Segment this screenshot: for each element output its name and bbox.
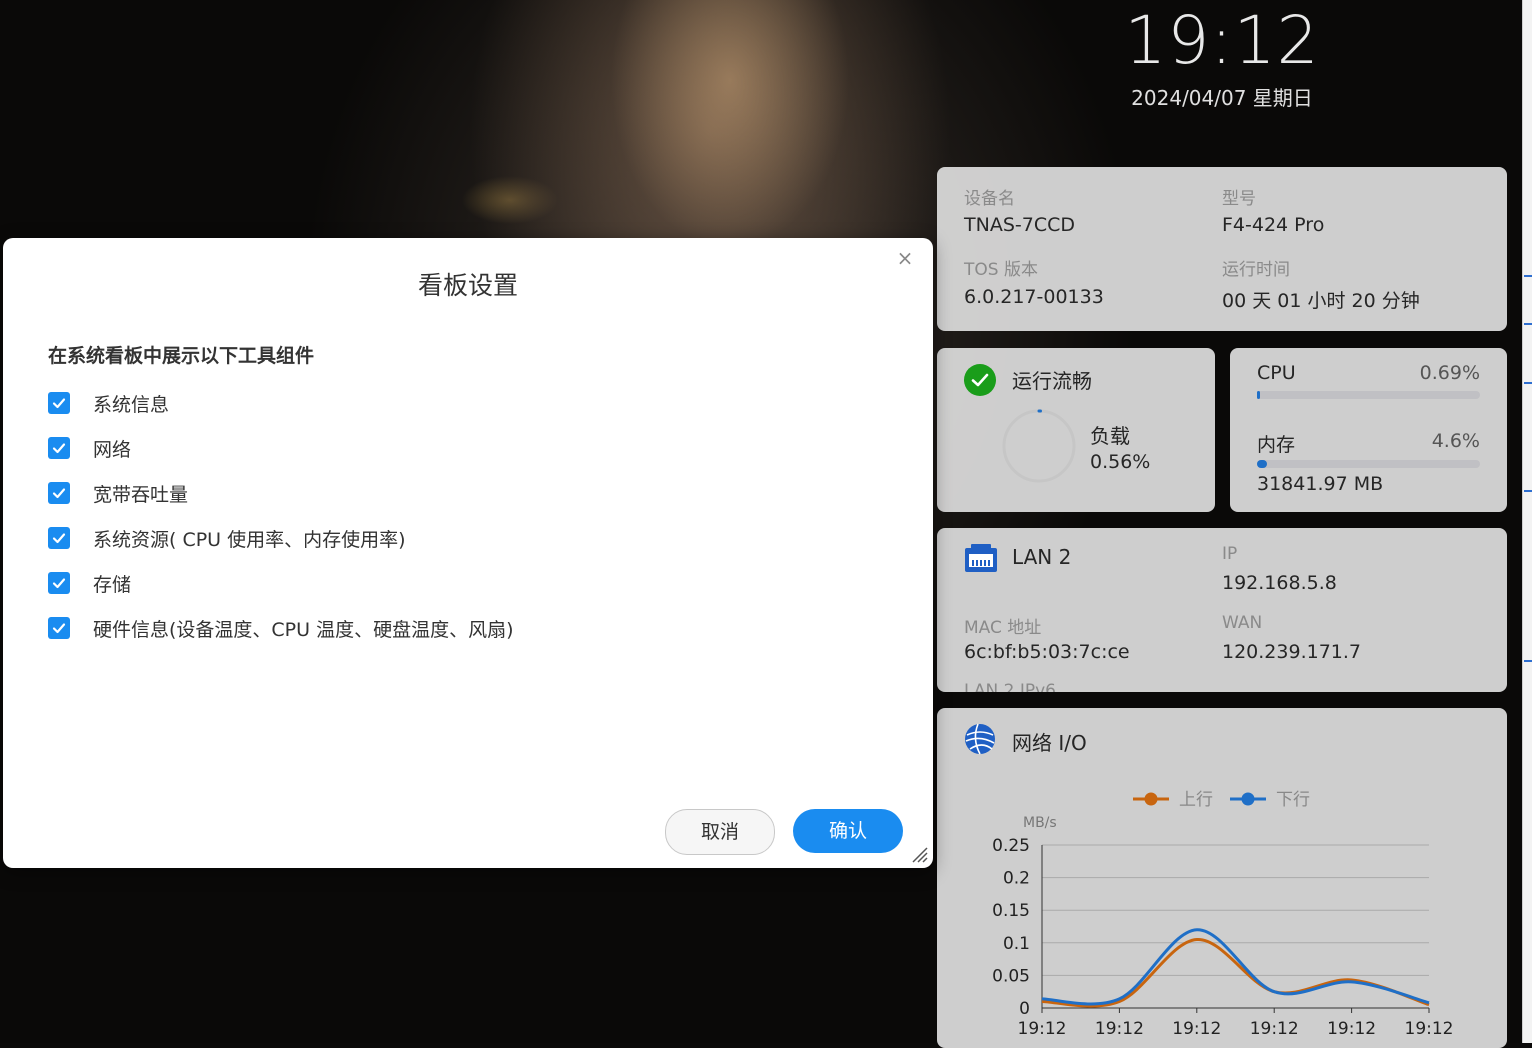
checkbox-system-resources[interactable] <box>48 527 70 549</box>
option-label: 系统信息 <box>93 393 170 416</box>
network-card: LAN 2 IP 192.168.5.8 MAC 地址 6c:bf:b5:03:… <box>937 528 1507 692</box>
check-icon <box>52 398 66 409</box>
y-axis-unit: MB/s <box>1023 815 1057 831</box>
y-tick-label: 0.25 <box>992 836 1030 856</box>
memory-usage-bar <box>1257 460 1480 468</box>
cpu-usage-fill <box>1257 391 1260 399</box>
memory-usage-fill <box>1257 460 1268 468</box>
x-tick-label: 19:12 <box>1018 1019 1067 1039</box>
ethernet-icon <box>964 544 998 578</box>
dialog-title: 看板设置 <box>417 271 518 300</box>
close-button[interactable]: × <box>893 246 917 270</box>
x-tick-label: 19:12 <box>1250 1019 1299 1039</box>
confirm-button[interactable]: 确认 <box>793 809 903 853</box>
ipv6-label: LAN 2 IPv6 <box>964 681 1056 692</box>
y-tick-label: 0.15 <box>992 901 1030 921</box>
legend-swatch-dot <box>1241 792 1255 806</box>
check-icon <box>52 533 66 544</box>
close-icon: × <box>896 246 914 270</box>
resize-grip-icon[interactable] <box>909 844 929 864</box>
option-system-info[interactable]: 系统信息 <box>48 389 169 417</box>
interface-name: LAN 2 <box>1012 545 1072 569</box>
legend-swatch-dot <box>1144 792 1158 806</box>
cpu-usage-bar <box>1257 391 1480 399</box>
ip-label: IP <box>1222 544 1238 564</box>
memory-label: 内存 <box>1257 434 1296 456</box>
dashboard-settings-dialog: 看板设置 × 在系统看板中展示以下工具组件 系统信息 网络 宽带吞吐量 系统资源… <box>3 238 933 868</box>
clock-date: 2024/04/07 星期日 <box>1131 86 1313 110</box>
wan-value: 120.239.171.7 <box>1222 641 1362 663</box>
check-icon <box>52 443 66 454</box>
option-storage[interactable]: 存储 <box>48 569 131 597</box>
checkbox-hardware-info[interactable] <box>48 617 70 639</box>
y-tick-label: 0.05 <box>992 966 1030 986</box>
check-icon <box>52 578 66 589</box>
model-value: F4-424 Pro <box>1222 214 1325 236</box>
y-tick-label: 0 <box>1019 999 1030 1019</box>
legend-label: 下行 <box>1276 790 1310 810</box>
check-icon <box>52 488 66 499</box>
x-tick-label: 19:12 <box>1095 1019 1144 1039</box>
y-tick-label: 0.2 <box>1003 869 1030 889</box>
success-check-icon <box>964 364 996 396</box>
uptime-value: 00 天 01 小时 20 分钟 <box>1222 290 1420 312</box>
tos-version-value: 6.0.217-00133 <box>964 286 1104 308</box>
y-tick-label: 0.1 <box>1003 934 1030 954</box>
network-io-chart: MB/s0.250.20.150.10.05019:12 19:12 19:12 19… <box>992 790 1454 1039</box>
option-network[interactable]: 网络 <box>48 434 131 462</box>
network-io-title: 网络 I/O <box>1012 731 1087 755</box>
status-text: 运行流畅 <box>1012 369 1092 393</box>
load-value: 0.56% <box>1090 451 1151 473</box>
series-line <box>1041 928 1430 1006</box>
legend-label: 上行 <box>1179 790 1213 810</box>
wan-label: WAN <box>1222 613 1263 633</box>
x-tick-label: 19:12 <box>1172 1019 1221 1039</box>
option-label: 系统资源( CPU 使用率、内存使用率) <box>93 528 406 551</box>
globe-icon <box>964 723 996 759</box>
model-label: 型号 <box>1222 189 1256 209</box>
load-gauge <box>1002 409 1076 483</box>
option-label: 存储 <box>93 573 132 596</box>
x-tick-label: 19:12 <box>1327 1019 1376 1039</box>
x-tick-label: 19:12 <box>1405 1019 1454 1039</box>
option-label: 宽带吞吐量 <box>93 483 189 506</box>
memory-amount: 31841.97 MB <box>1257 473 1384 495</box>
mac-label: MAC 地址 <box>964 618 1042 638</box>
status-card: 运行流畅 负载 0.56% <box>937 348 1215 512</box>
option-bandwidth[interactable]: 宽带吞吐量 <box>48 479 188 507</box>
ip-value: 192.168.5.8 <box>1222 572 1337 594</box>
checkbox-network[interactable] <box>48 437 70 459</box>
device-name-label: 设备名 <box>964 189 1015 209</box>
series-line <box>1041 938 1430 1008</box>
tos-version-label: TOS 版本 <box>964 260 1038 280</box>
memory-value: 4.6% <box>1431 430 1480 452</box>
load-label: 负载 <box>1090 424 1130 448</box>
cancel-button[interactable]: 取消 <box>665 809 775 855</box>
option-hardware-info[interactable]: 硬件信息(设备温度、CPU 温度、硬盘温度、风扇) <box>48 614 514 642</box>
clock-time: 19:12 <box>1124 2 1320 79</box>
background-window-edge <box>1522 0 1532 1043</box>
device-name-value: TNAS-7CCD <box>964 214 1075 236</box>
network-io-card: 网络 I/O MB/s 0.25 0.2 0.15 0.1 0.05 0 19:12 19:12… <box>937 708 1507 1048</box>
mac-value: 6c:bf:b5:03:7c:ce <box>964 641 1130 663</box>
option-label: 硬件信息(设备温度、CPU 温度、硬盘温度、风扇) <box>93 618 514 641</box>
uptime-label: 运行时间 <box>1222 260 1290 280</box>
checkbox-storage[interactable] <box>48 572 70 594</box>
section-label: 在系统看板中展示以下工具组件 <box>48 345 315 367</box>
system-info-card: 设备名 TNAS-7CCD 型号 F4-424 Pro TOS 版本 6.0.2… <box>937 167 1507 331</box>
cpu-label: CPU <box>1257 362 1296 384</box>
resources-card: CPU 0.69% 内存 4.6% 31841.97 MB <box>1230 348 1507 512</box>
check-icon <box>52 623 66 634</box>
checkbox-bandwidth[interactable] <box>48 482 70 504</box>
option-label: 网络 <box>93 438 132 461</box>
checkbox-system-info[interactable] <box>48 392 70 414</box>
option-system-resources[interactable]: 系统资源( CPU 使用率、内存使用率) <box>48 524 406 552</box>
cpu-value: 0.69% <box>1419 362 1480 384</box>
